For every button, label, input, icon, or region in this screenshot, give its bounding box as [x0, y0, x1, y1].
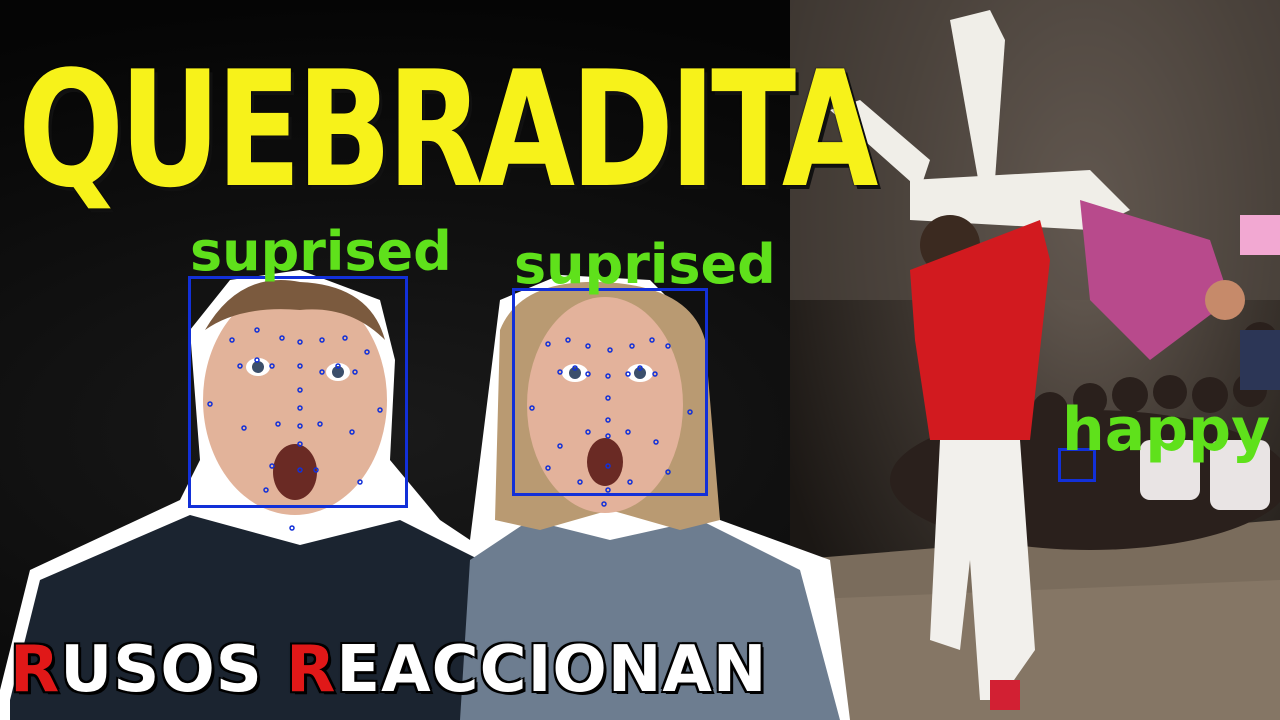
landmark-dot — [605, 373, 611, 379]
landmark-dot — [687, 409, 693, 415]
landmark-dot — [649, 337, 655, 343]
landmark-dot — [577, 479, 583, 485]
landmark-dot — [241, 425, 247, 431]
landmark-dot — [653, 439, 659, 445]
landmark-dot — [652, 371, 658, 377]
landmark-dot — [607, 347, 613, 353]
landmark-dot — [557, 369, 563, 375]
landmark-dot — [357, 479, 363, 485]
landmark-dot — [275, 421, 281, 427]
landmark-dot — [364, 349, 370, 355]
landmark-dot — [605, 463, 611, 469]
landmark-dot — [557, 443, 563, 449]
landmark-dot — [572, 365, 578, 371]
landmark-dot — [319, 369, 325, 375]
landmark-dot — [665, 343, 671, 349]
landmark-dot — [565, 337, 571, 343]
landmark-dot — [297, 441, 303, 447]
landmark-dot — [342, 335, 348, 341]
landmark-dot — [313, 467, 319, 473]
landmark-dot — [625, 429, 631, 435]
landmark-dot — [545, 465, 551, 471]
landmark-dot — [289, 525, 295, 531]
landmark-dot — [585, 343, 591, 349]
landmark-dot — [269, 463, 275, 469]
landmark-dot — [297, 339, 303, 345]
landmark-dot — [319, 337, 325, 343]
landmark-dot — [545, 341, 551, 347]
landmark-dot — [529, 405, 535, 411]
landmark-dot — [297, 423, 303, 429]
landmark-dot — [352, 369, 358, 375]
landmark-dot — [605, 417, 611, 423]
caption-first-word-rest: USOS — [60, 633, 287, 707]
landmark-dot — [279, 335, 285, 341]
facial-landmarks — [207, 327, 693, 531]
landmark-dot — [349, 429, 355, 435]
landmark-dot — [605, 487, 611, 493]
caption-second-initial: R — [286, 633, 337, 707]
landmark-dot — [229, 337, 235, 343]
landmark-dot — [601, 501, 607, 507]
landmark-dot — [297, 363, 303, 369]
caption-rusos-reaccionan: RUSOS REACCIONAN — [10, 630, 767, 710]
landmark-dot — [317, 421, 323, 427]
landmark-dot — [263, 487, 269, 493]
landmark-dot — [585, 371, 591, 377]
landmark-dot — [269, 363, 275, 369]
caption-second-word-rest: EACCIONAN — [336, 633, 768, 707]
landmark-dot — [625, 371, 631, 377]
landmark-dot — [665, 469, 671, 475]
landmark-dot — [297, 405, 303, 411]
landmark-dot — [297, 467, 303, 473]
landmark-dot — [335, 363, 341, 369]
thumbnail-canvas: QUEBRADITA suprised suprised happy RUSOS… — [0, 0, 1280, 720]
landmark-dot — [637, 365, 643, 371]
landmark-dot — [605, 395, 611, 401]
landmark-dot — [297, 387, 303, 393]
landmark-dot — [605, 433, 611, 439]
landmark-dot — [629, 343, 635, 349]
landmark-dot — [254, 357, 260, 363]
landmark-dot — [254, 327, 260, 333]
landmark-dot — [377, 407, 383, 413]
landmark-dot — [585, 429, 591, 435]
landmark-dot — [627, 479, 633, 485]
caption-first-initial: R — [10, 633, 61, 707]
landmark-dot — [237, 363, 243, 369]
landmark-dot — [207, 401, 213, 407]
